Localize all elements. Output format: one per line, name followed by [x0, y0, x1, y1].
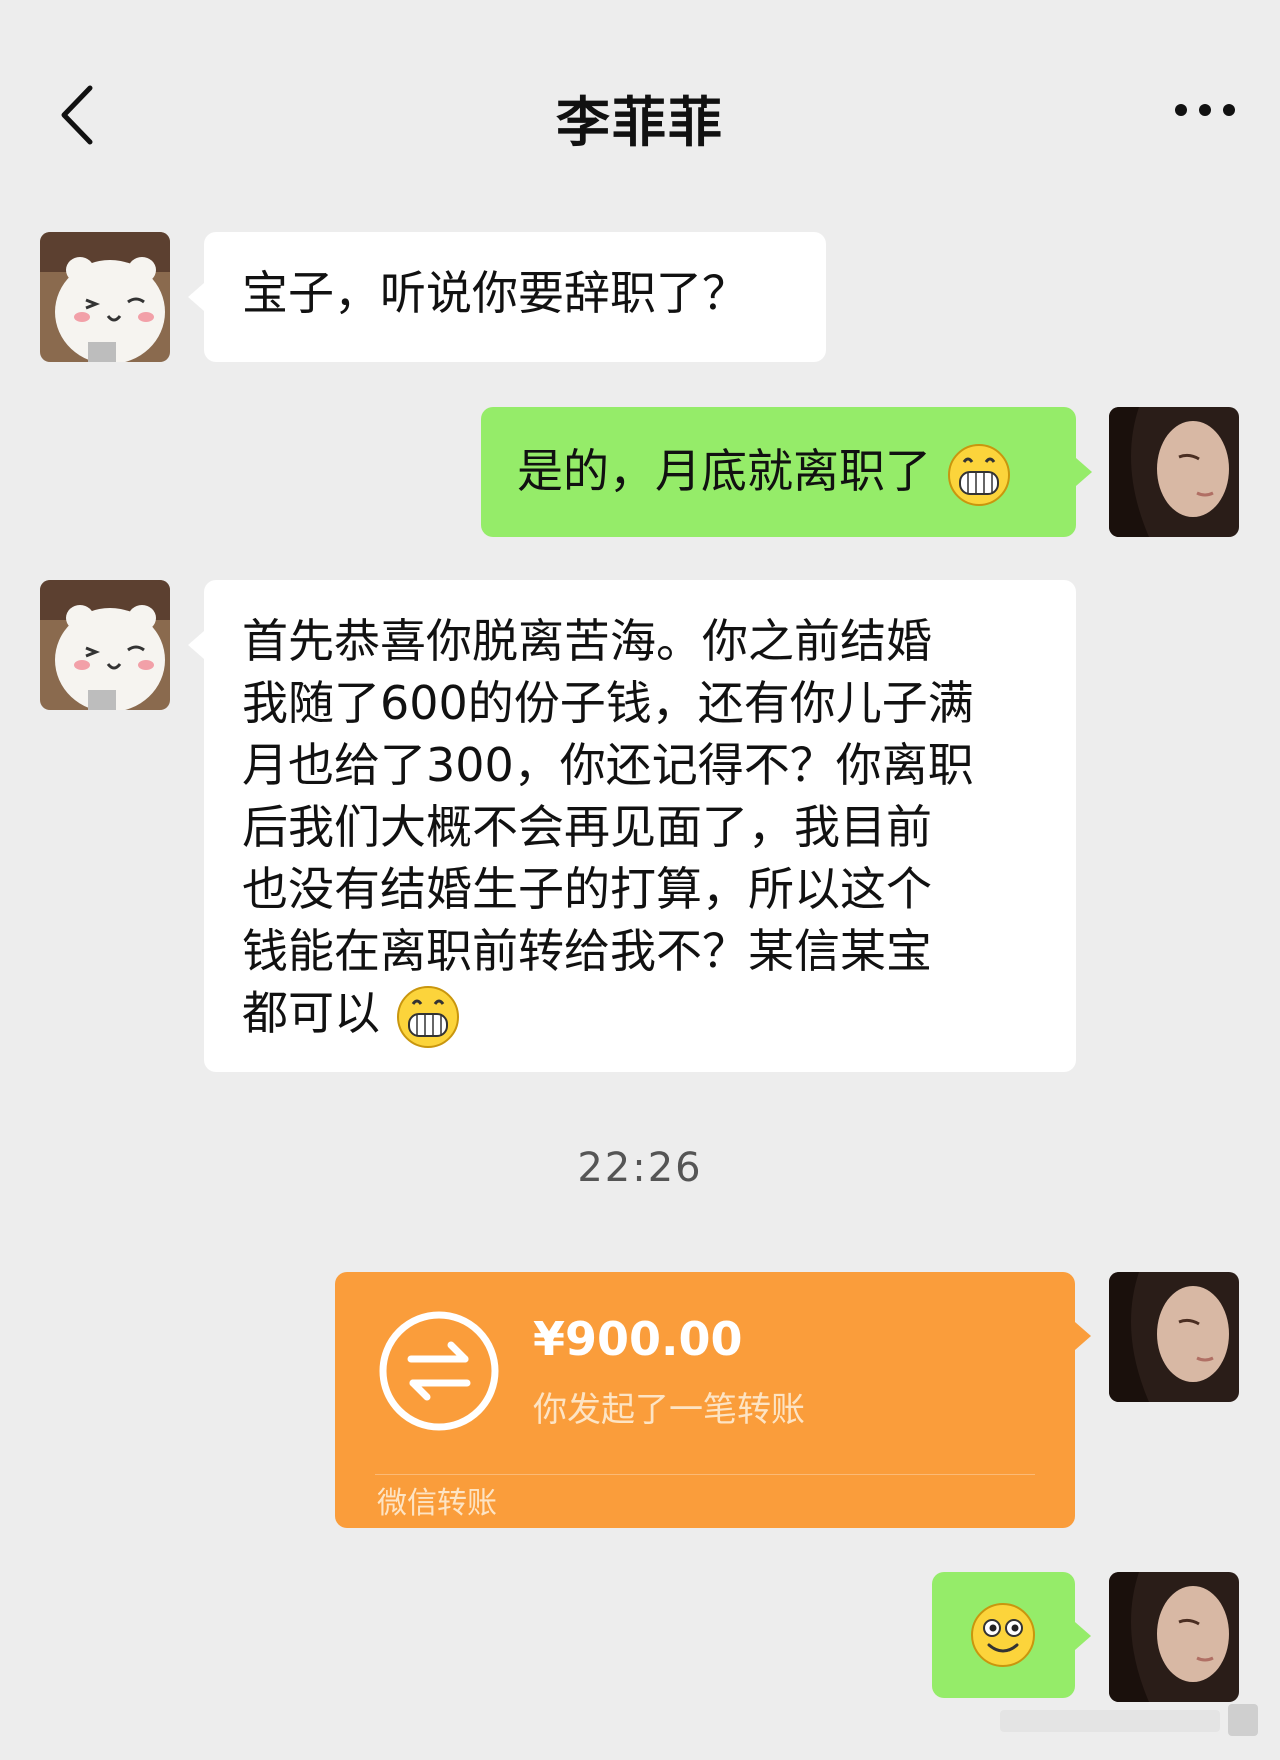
message-timestamp: 22:26 [577, 1145, 703, 1191]
bubble-tail [1075, 1322, 1091, 1350]
transfer-description: 你发起了一笔转账 [533, 1390, 805, 1430]
smile-emoji-icon [971, 1603, 1035, 1667]
my-avatar[interactable] [1109, 1272, 1239, 1402]
message-bubble[interactable]: 宝子，听说你要辞职了？ [204, 232, 826, 362]
bubble-tail [1075, 1622, 1091, 1650]
message-line-last: 都可以 [242, 982, 1038, 1050]
message-text: 是的，月底就离职了 [517, 444, 931, 498]
bubble-tail [188, 631, 204, 659]
chat-title: 李菲菲 [556, 91, 724, 154]
contact-avatar[interactable] [40, 580, 170, 710]
watermark-bar [1000, 1700, 1260, 1740]
bubble-tail [1076, 458, 1092, 486]
contact-avatar[interactable] [40, 232, 170, 362]
transfer-amount: ¥900.00 [533, 1312, 743, 1366]
bear-avatar-icon [40, 580, 170, 710]
watermark-icon [1000, 1704, 1258, 1736]
message-line: 后我们大概不会再见面了，我目前 [242, 800, 932, 854]
message-line: 也没有结婚生子的打算，所以这个 [242, 862, 932, 916]
message-bubble[interactable]: 首先恭喜你脱离苦海。你之前结婚 我随了600的份子钱，还有你儿子满 月也给了30… [204, 580, 1076, 1072]
message-line: 首先恭喜你脱离苦海。你之前结婚 [242, 614, 932, 668]
divider [375, 1474, 1035, 1475]
more-button[interactable] [1170, 90, 1240, 130]
more-dots-icon [1175, 104, 1235, 116]
message-bubble[interactable] [932, 1572, 1075, 1698]
transfer-card[interactable]: ¥900.00 你发起了一笔转账 微信转账 [335, 1272, 1075, 1528]
grin-emoji-icon [947, 443, 1010, 506]
bear-avatar-icon [40, 232, 170, 362]
message-line: 我随了600的份子钱，还有你儿子满 [242, 676, 974, 730]
my-avatar[interactable] [1109, 1572, 1239, 1702]
message-line: 月也给了300，你还记得不？你离职 [242, 738, 974, 792]
grin-emoji-icon [396, 985, 459, 1048]
transfer-footer-label: 微信转账 [377, 1486, 497, 1521]
my-avatar[interactable] [1109, 407, 1239, 537]
chat-header: 李菲菲 [0, 0, 1280, 220]
user-photo-avatar-icon [1109, 1572, 1239, 1702]
user-photo-avatar-icon [1109, 1272, 1239, 1402]
transfer-arrows-icon [379, 1311, 499, 1431]
message-text: 宝子，听说你要辞职了？ [242, 266, 748, 320]
message-line: 钱能在离职前转给我不？某信某宝 [242, 924, 932, 978]
message-bubble[interactable]: 是的，月底就离职了 [481, 407, 1076, 537]
bubble-tail [188, 283, 204, 311]
user-photo-avatar-icon [1109, 407, 1239, 537]
message-line: 都可以 [242, 986, 380, 1040]
